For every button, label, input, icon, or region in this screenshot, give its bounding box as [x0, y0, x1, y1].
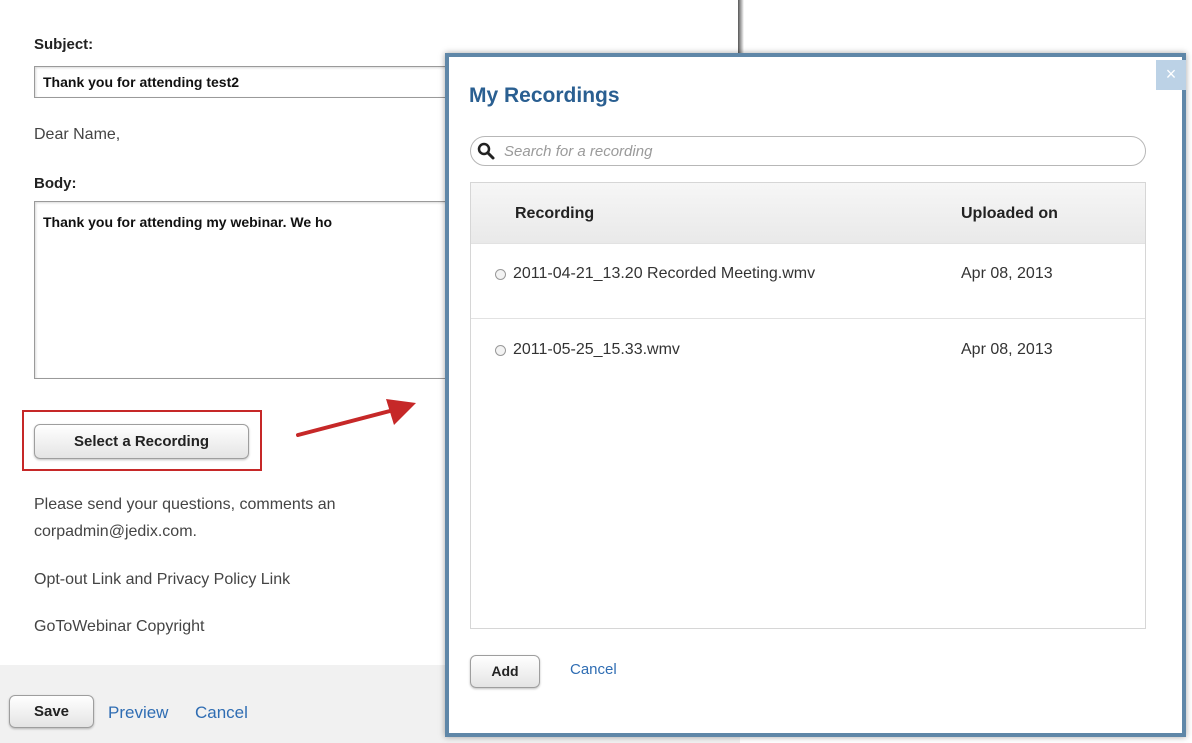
- body-textarea[interactable]: Thank you for attending my webinar. We h…: [34, 201, 484, 379]
- subject-label: Subject:: [34, 36, 94, 53]
- recording-name[interactable]: 2011-04-21_13.20 Recorded Meeting.wmv: [513, 265, 815, 283]
- recording-name[interactable]: 2011-05-25_15.33.wmv: [513, 341, 680, 359]
- recordings-table: [470, 182, 1146, 629]
- search-icon: [477, 142, 495, 160]
- body-label: Body:: [34, 175, 77, 192]
- recording-radio[interactable]: [495, 269, 506, 280]
- table-row-divider: [471, 318, 1145, 319]
- recording-radio[interactable]: [495, 345, 506, 356]
- questions-text-line1: Please send your questions, comments an: [34, 496, 336, 513]
- save-button[interactable]: Save: [9, 695, 94, 728]
- panel-edge-shadow: [738, 0, 744, 60]
- upload-date: Apr 08, 2013: [961, 341, 1053, 358]
- cancel-link[interactable]: Cancel: [195, 703, 248, 723]
- dialog-cancel-link[interactable]: Cancel: [570, 661, 617, 678]
- upload-date: Apr 08, 2013: [961, 265, 1053, 282]
- column-header-uploaded-on: Uploaded on: [961, 205, 1058, 222]
- preview-link[interactable]: Preview: [108, 703, 168, 723]
- dialog-title: My Recordings: [469, 84, 620, 107]
- add-button[interactable]: Add: [470, 655, 540, 688]
- copyright-text: GoToWebinar Copyright: [34, 618, 205, 635]
- annotation-arrow: [296, 399, 416, 437]
- close-icon[interactable]: ×: [1156, 60, 1186, 90]
- table-divider: [471, 243, 1145, 244]
- select-recording-button[interactable]: Select a Recording: [34, 424, 249, 459]
- column-header-recording: Recording: [515, 205, 595, 222]
- subject-input[interactable]: Thank you for attending test2: [34, 66, 484, 98]
- optout-text: Opt-out Link and Privacy Policy Link: [34, 571, 291, 588]
- search-input[interactable]: [504, 140, 1104, 162]
- questions-email: corpadmin@jedix.com.: [34, 523, 197, 540]
- greeting-text: Dear Name,: [34, 126, 121, 143]
